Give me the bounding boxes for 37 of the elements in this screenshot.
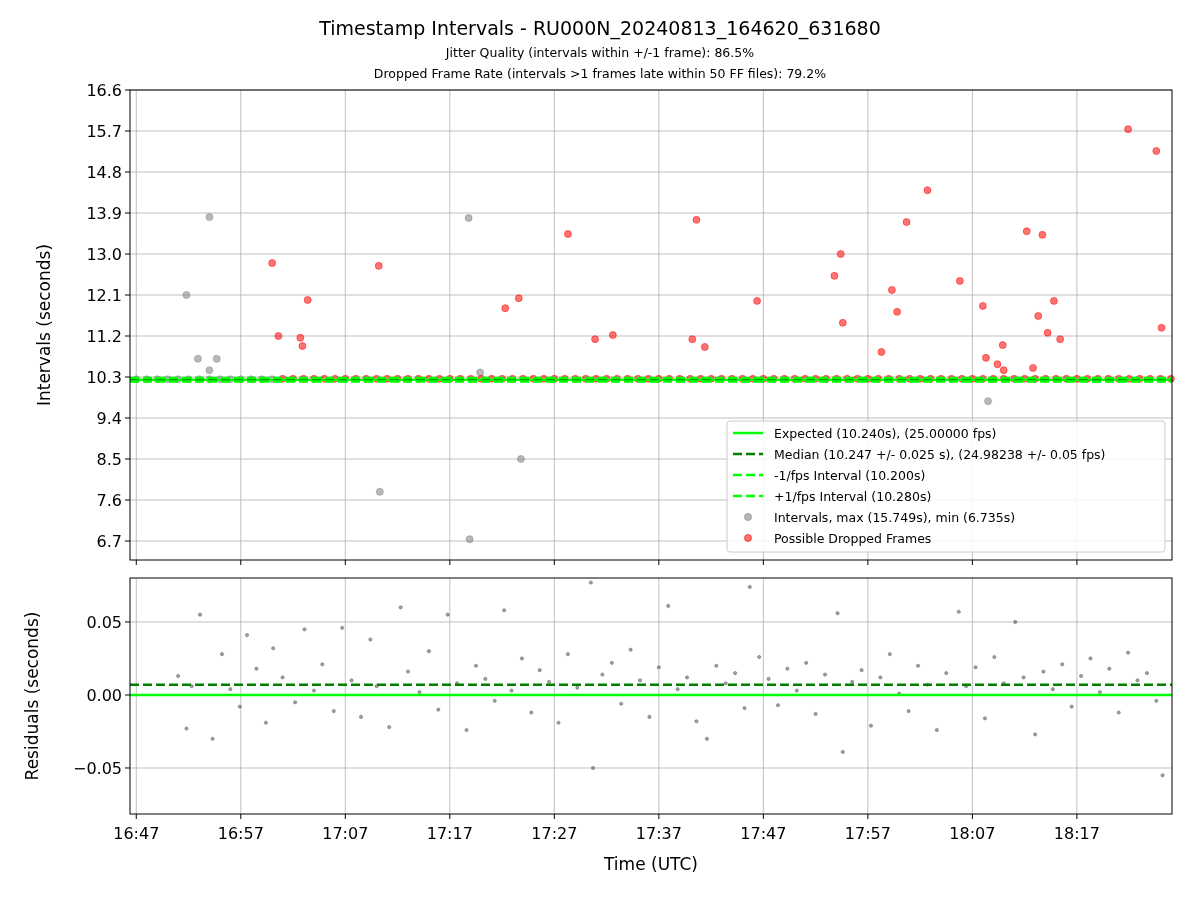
legend-label: Possible Dropped Frames <box>774 530 932 546</box>
legend-label: +1/fps Interval (10.280s) <box>774 488 932 504</box>
y-tick-label: 15.7 <box>86 122 122 141</box>
chart-subtitle: Dropped Frame Rate (intervals >1 frames late within 50 FF files): 79.2% <box>373 65 827 83</box>
y-tick-label: 0.00 <box>86 686 122 705</box>
y-tick-label: 9.4 <box>96 409 122 428</box>
x-tick-label: 17:47 <box>740 824 787 843</box>
y-tick-label: 11.2 <box>86 327 122 346</box>
y-tick-label: −0.05 <box>72 759 122 778</box>
x-tick-label: 18:17 <box>1053 824 1100 843</box>
x-tick-label: 16:47 <box>113 824 160 843</box>
y-tick-label: 13.0 <box>86 245 122 264</box>
x-tick-label: 17:57 <box>844 824 891 843</box>
chart-subtitle: Jitter Quality (intervals within +/-1 frame): 86.5% <box>445 44 755 62</box>
x-tick-label: 17:27 <box>531 824 578 843</box>
y-tick-label: 12.1 <box>86 286 122 305</box>
y-tick-label: 6.7 <box>96 532 122 551</box>
legend-label: Expected (10.240s), (25.00000 fps) <box>774 425 997 441</box>
legend-label: -1/fps Interval (10.200s) <box>774 467 926 483</box>
y-tick-label: 0.05 <box>86 612 122 632</box>
x-axis-label: Time (UTC) <box>604 854 698 874</box>
y-tick-label: 10.3 <box>86 368 122 387</box>
x-tick-label: 18:07 <box>949 824 996 843</box>
x-tick-label: 16:57 <box>217 824 264 843</box>
x-tick-label: 17:17 <box>426 824 473 843</box>
y-axis-label: Residuals (seconds) <box>22 611 42 781</box>
y-tick-label: 13.9 <box>86 204 122 223</box>
x-tick-label: 17:07 <box>322 824 369 843</box>
x-tick-label: 17:37 <box>635 824 682 843</box>
legend-label: Median (10.247 +/- 0.025 s), (24.98238 +/- 0.05 fps) <box>774 446 1106 462</box>
y-axis-label: Intervals (seconds) <box>34 243 54 407</box>
y-tick-label: 16.6 <box>86 81 122 100</box>
chart-title: Timestamp Intervals - RU000N_20240813_164620_631680 <box>319 16 881 42</box>
y-tick-label: 7.6 <box>96 491 122 510</box>
legend-label: Intervals, max (15.749s), min (6.735s) <box>774 509 1016 525</box>
y-tick-label: 14.8 <box>86 163 122 182</box>
y-tick-label: 8.5 <box>96 450 122 469</box>
